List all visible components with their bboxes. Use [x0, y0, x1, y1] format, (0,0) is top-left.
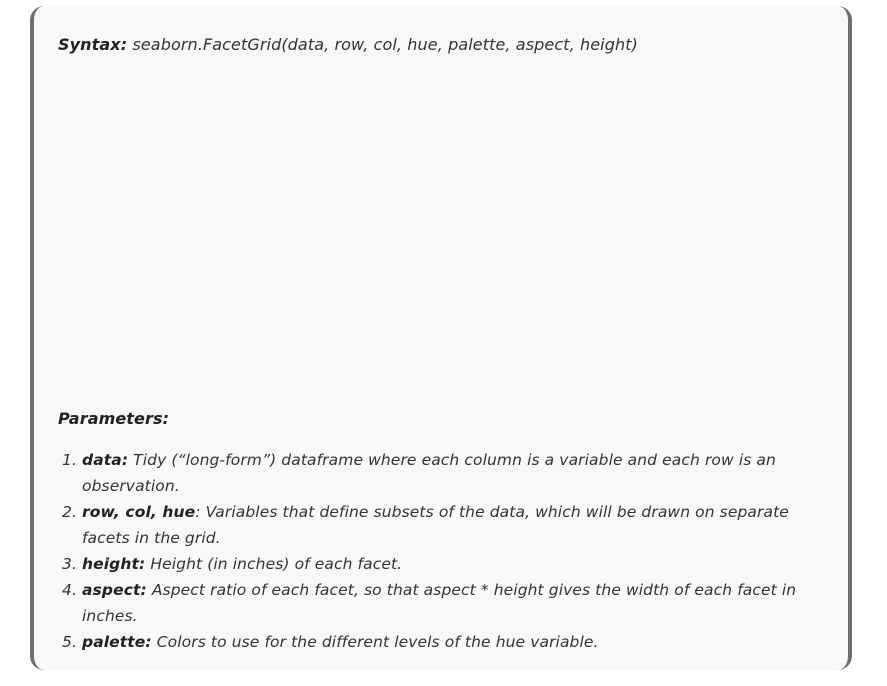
- parameter-name: row, col, hue: [82, 503, 196, 521]
- parameter-description: Height (in inches) of each facet.: [145, 555, 403, 573]
- parameter-item-height: height: Height (in inches) of each facet…: [82, 551, 826, 577]
- parameter-item-row-col-hue: row, col, hue: Variables that define sub…: [82, 499, 826, 551]
- parameter-description: Aspect ratio of each facet, so that aspe…: [82, 581, 797, 625]
- parameter-name: aspect:: [82, 581, 147, 599]
- parameter-item-palette: palette: Colors to use for the different…: [82, 629, 826, 655]
- parameter-item-aspect: aspect: Aspect ratio of each facet, so t…: [82, 577, 826, 629]
- syntax-label: Syntax:: [58, 35, 128, 54]
- syntax-line: Syntax: seaborn.FacetGrid(data, row, col…: [58, 35, 638, 55]
- parameters-list: data: Tidy (“long-form”) dataframe where…: [34, 447, 826, 655]
- parameter-name: data:: [82, 451, 129, 469]
- parameter-description: Colors to use for the different levels o…: [151, 633, 599, 651]
- parameters-heading: Parameters:: [58, 409, 170, 428]
- syntax-signature: seaborn.FacetGrid(data, row, col, hue, p…: [127, 35, 638, 54]
- parameter-description: Tidy (“long-form”) dataframe where each …: [82, 451, 776, 495]
- parameter-name: palette:: [82, 633, 152, 651]
- parameter-item-data: data: Tidy (“long-form”) dataframe where…: [82, 447, 826, 499]
- parameter-name: height:: [82, 555, 146, 573]
- syntax-card: Syntax: seaborn.FacetGrid(data, row, col…: [30, 6, 852, 670]
